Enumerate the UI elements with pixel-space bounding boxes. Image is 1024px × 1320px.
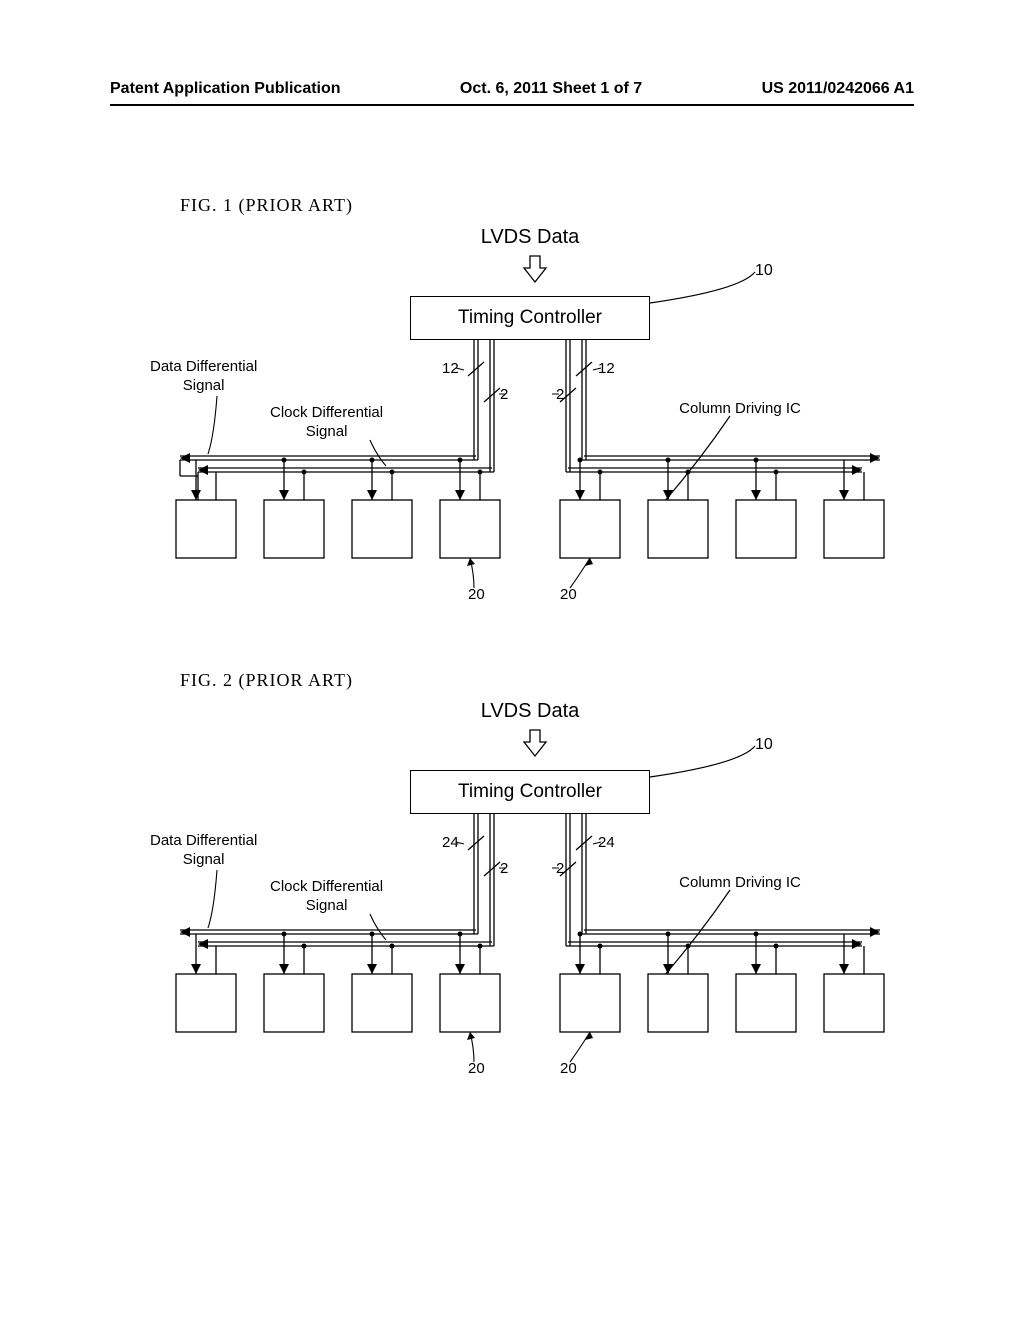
fig1-svg [50,190,970,620]
header-left: Patent Application Publication [110,80,341,98]
fig1-diagram: LVDS Data Timing Controller 10 Data Diff… [50,190,970,620]
header-center: Oct. 6, 2011 Sheet 1 of 7 [460,80,642,98]
fig2-svg [50,664,970,1094]
header-right: US 2011/0242066 A1 [762,80,914,98]
page-header: Patent Application Publication Oct. 6, 2… [0,80,1024,98]
header-rule [110,104,914,106]
fig2-diagram: LVDS Data Timing Controller 10 Data Diff… [50,664,970,1094]
